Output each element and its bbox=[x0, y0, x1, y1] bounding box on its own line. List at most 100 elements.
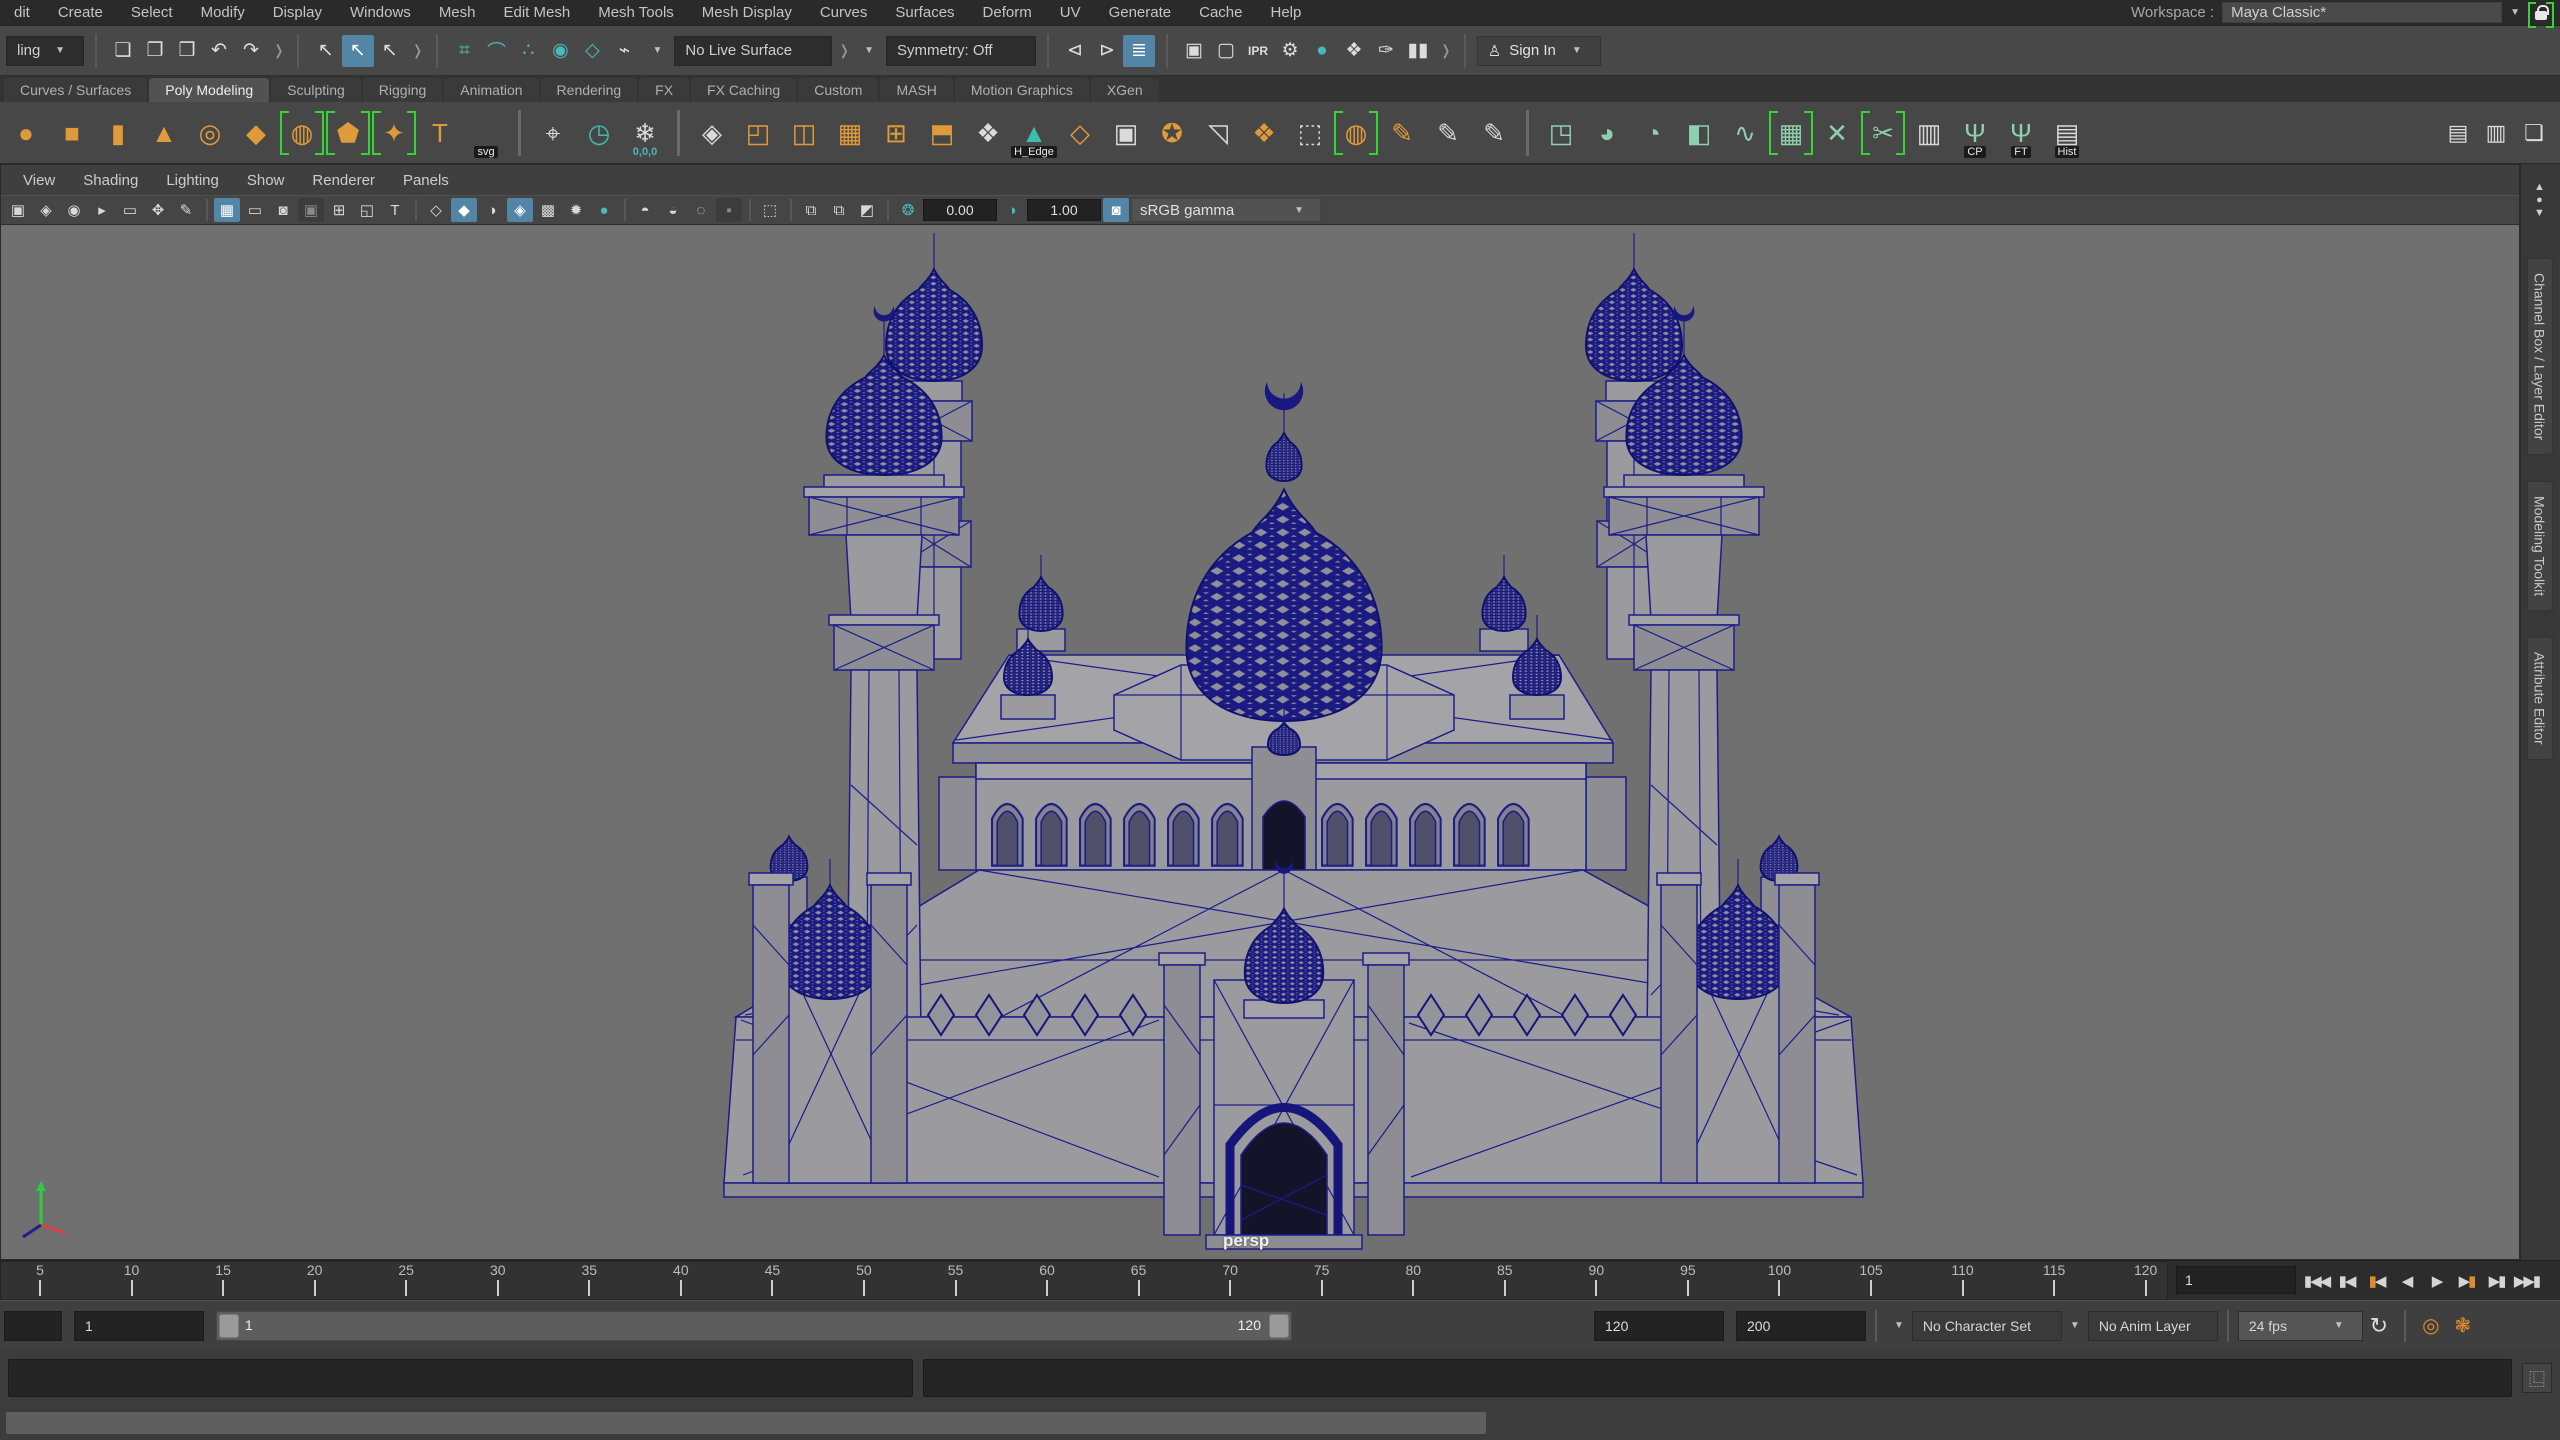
svg-tool-icon[interactable]: svg bbox=[464, 107, 508, 159]
menu-help[interactable]: Help bbox=[1256, 0, 1315, 25]
h-edge-icon[interactable]: ▲H_Edge bbox=[1012, 107, 1056, 159]
new-scene-icon[interactable]: ❏ bbox=[107, 35, 139, 67]
uv-unfold-icon[interactable]: ∿ bbox=[1723, 107, 1767, 159]
default-material-icon[interactable]: ▩ bbox=[535, 198, 561, 222]
shelf-tab-poly-modeling[interactable]: Poly Modeling bbox=[149, 78, 269, 102]
menu-curves[interactable]: Curves bbox=[806, 0, 882, 25]
time-tick-20[interactable]: 20 bbox=[295, 1262, 335, 1296]
panel-menu-renderer[interactable]: Renderer bbox=[298, 172, 389, 189]
snap-point-icon[interactable]: ∴ bbox=[512, 35, 544, 67]
uv-pelt-icon[interactable]: ◕ bbox=[1585, 107, 1629, 159]
redo-icon[interactable]: ↷ bbox=[235, 35, 267, 67]
save-scene-icon[interactable]: ❒ bbox=[171, 35, 203, 67]
time-ruler[interactable]: 5101520253035404550556065707580859095100… bbox=[0, 1261, 2168, 1300]
menu-dit[interactable]: dit bbox=[0, 0, 44, 25]
delete-history-icon[interactable]: ◷ bbox=[577, 107, 621, 159]
anim-layer-dropdown[interactable]: No Anim Layer bbox=[2088, 1311, 2218, 1341]
expand-arrow-icon[interactable]: ❭ bbox=[271, 42, 287, 59]
ft-axis-icon[interactable]: ΨFT bbox=[1999, 107, 2043, 159]
expand-arrow-icon[interactable]: ❭ bbox=[410, 42, 426, 59]
poly-type-icon[interactable]: T bbox=[418, 107, 462, 159]
character-set-dropdown[interactable]: No Character Set bbox=[1912, 1311, 2062, 1341]
sphere-grid-icon[interactable]: ◍ bbox=[1334, 107, 1378, 159]
color-management-toggle-icon[interactable]: ◙ bbox=[1103, 198, 1129, 222]
panel-menu-view[interactable]: View bbox=[9, 172, 69, 189]
time-tick-10[interactable]: 10 bbox=[112, 1262, 152, 1296]
duplicate-face-icon[interactable]: ◹ bbox=[1196, 107, 1240, 159]
range-end-handle[interactable] bbox=[1269, 1314, 1289, 1338]
panel-menu-shading[interactable]: Shading bbox=[69, 172, 152, 189]
time-tick-35[interactable]: 35 bbox=[569, 1262, 609, 1296]
shelf-tab-xgen[interactable]: XGen bbox=[1091, 78, 1159, 102]
construction-history-icon[interactable]: ≣ bbox=[1123, 35, 1155, 67]
current-frame-field[interactable]: 1 bbox=[2176, 1266, 2296, 1294]
time-tick-80[interactable]: 80 bbox=[1393, 1262, 1433, 1296]
separator[interactable] bbox=[434, 34, 439, 68]
sign-in-button[interactable]: ♙ Sign In ▼ bbox=[1477, 36, 1601, 66]
poly-sphere-icon[interactable]: ● bbox=[4, 107, 48, 159]
view-transform-dropdown[interactable]: sRGB gamma ▼ bbox=[1131, 198, 1321, 222]
auto-keyframe-icon[interactable]: ◎ bbox=[2415, 1310, 2447, 1342]
collapse-caret-icon[interactable]: ▼ bbox=[864, 45, 874, 56]
shelf-tab-rigging[interactable]: Rigging bbox=[363, 78, 442, 102]
shaded-icon[interactable]: ◆ bbox=[451, 198, 477, 222]
mirror-icon[interactable]: ◫ bbox=[782, 107, 826, 159]
menu-surfaces[interactable]: Surfaces bbox=[881, 0, 968, 25]
uv-editor-icon[interactable]: ▦ bbox=[1769, 107, 1813, 159]
dock-tab-channel-box-layer-editor[interactable]: Channel Box / Layer Editor bbox=[2527, 258, 2553, 455]
menu-select[interactable]: Select bbox=[117, 0, 187, 25]
time-tick-90[interactable]: 90 bbox=[1576, 1262, 1616, 1296]
menu-mesh-display[interactable]: Mesh Display bbox=[688, 0, 806, 25]
shelf-tab-fx[interactable]: FX bbox=[639, 78, 689, 102]
shadows-icon[interactable]: ◓ bbox=[632, 198, 658, 222]
menu-mesh-tools[interactable]: Mesh Tools bbox=[584, 0, 688, 25]
layout-grid-icon[interactable]: ▥ bbox=[1907, 107, 1951, 159]
time-tick-65[interactable]: 65 bbox=[1119, 1262, 1159, 1296]
play-forward-button[interactable]: ▶ bbox=[2422, 1266, 2451, 1296]
light-editor-icon[interactable]: ● bbox=[1306, 35, 1338, 67]
dock-scroll-widget[interactable]: ▲ ● ▼ bbox=[2534, 182, 2545, 218]
select-camera-icon[interactable]: ▣ bbox=[5, 198, 31, 222]
wireframe-on-shaded-icon[interactable]: ◈ bbox=[507, 198, 533, 222]
slide-edge-tool-icon[interactable]: ✎ bbox=[1472, 107, 1516, 159]
menu-modify[interactable]: Modify bbox=[187, 0, 259, 25]
output-connections-icon[interactable]: ⊳ bbox=[1091, 35, 1123, 67]
render-settings-icon[interactable]: ⚙ bbox=[1274, 35, 1306, 67]
uv-cut-sew-icon[interactable]: ✂ bbox=[1861, 107, 1905, 159]
all-lights-icon[interactable]: ✹ bbox=[563, 198, 589, 222]
crease-tool-icon[interactable]: ✎ bbox=[1380, 107, 1424, 159]
anim-layer-caret-icon[interactable]: ▼ bbox=[2070, 1320, 2080, 1331]
symmetry-field[interactable]: Symmetry: Off bbox=[886, 36, 1036, 66]
toggle-channel-box-icon[interactable]: ❏ bbox=[2518, 117, 2550, 149]
time-tick-100[interactable]: 100 bbox=[1759, 1262, 1799, 1296]
poly-super-ellipse-icon[interactable]: ✦ bbox=[372, 107, 416, 159]
time-tick-30[interactable]: 30 bbox=[478, 1262, 518, 1296]
history-editor-icon[interactable]: ▤Hist bbox=[2045, 107, 2089, 159]
time-tick-95[interactable]: 95 bbox=[1668, 1262, 1708, 1296]
grid-toggle-icon[interactable]: ▦ bbox=[214, 198, 240, 222]
grease-pencil-icon[interactable]: ✎ bbox=[173, 198, 199, 222]
snap-grid-icon[interactable]: ⌗ bbox=[448, 35, 480, 67]
open-scene-icon[interactable]: ❐ bbox=[139, 35, 171, 67]
menu-edit-mesh[interactable]: Edit Mesh bbox=[490, 0, 585, 25]
time-tick-15[interactable]: 15 bbox=[203, 1262, 243, 1296]
shelf-tab-mash[interactable]: MASH bbox=[880, 78, 952, 102]
time-tick-50[interactable]: 50 bbox=[844, 1262, 884, 1296]
expand-arrow-icon[interactable]: ❭ bbox=[1438, 42, 1454, 59]
menu-uv[interactable]: UV bbox=[1046, 0, 1095, 25]
toggle-attribute-editor-icon[interactable]: ▤ bbox=[2442, 117, 2474, 149]
edit-point-tool-icon[interactable]: ✎ bbox=[1426, 107, 1470, 159]
snap-curve-icon[interactable]: ⌒ bbox=[480, 35, 512, 67]
time-tick-110[interactable]: 110 bbox=[1943, 1262, 1983, 1296]
target-weld-icon[interactable]: ▣ bbox=[1104, 107, 1148, 159]
separator[interactable] bbox=[1164, 34, 1169, 68]
separator[interactable] bbox=[93, 34, 98, 68]
image-plane-icon[interactable]: ▭ bbox=[117, 198, 143, 222]
ambient-occlusion-icon[interactable]: ◒ bbox=[660, 198, 686, 222]
dock-up-icon[interactable]: ▲ bbox=[2534, 182, 2545, 192]
separator[interactable] bbox=[296, 34, 301, 68]
live-surface-field[interactable]: No Live Surface bbox=[674, 36, 832, 66]
loop-playback-icon[interactable]: ↻ bbox=[2363, 1310, 2395, 1342]
menu-windows[interactable]: Windows bbox=[336, 0, 425, 25]
circularize-icon[interactable]: ✪ bbox=[1150, 107, 1194, 159]
